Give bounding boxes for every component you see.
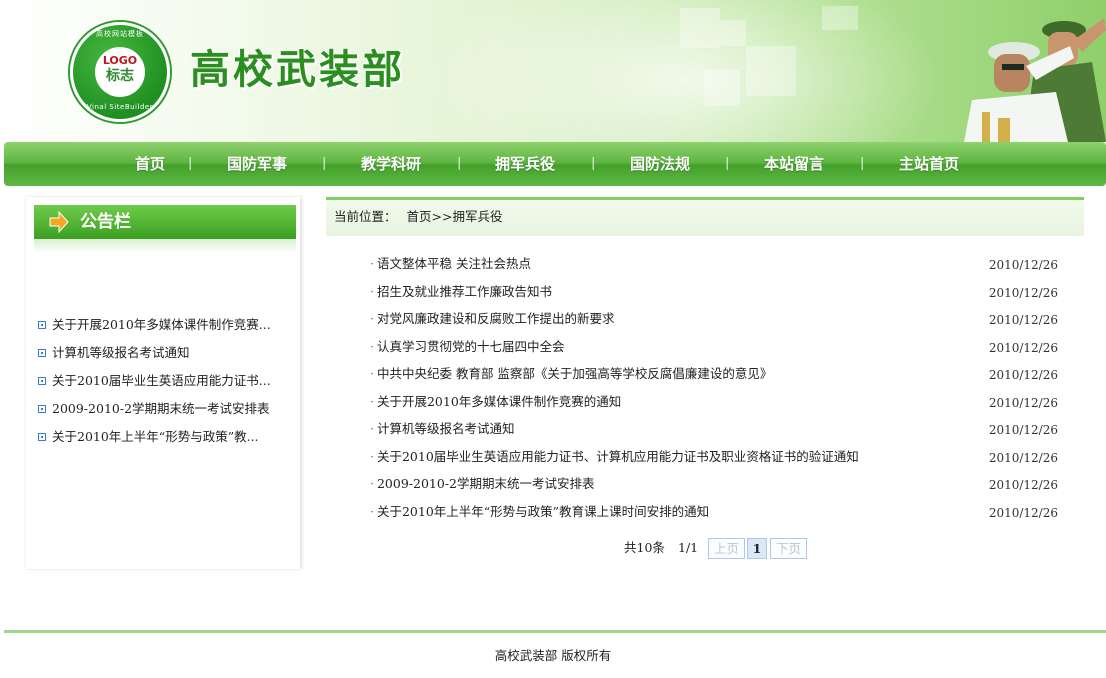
article-row: 对党风廉政建设和反腐败工作提出的新要求 2010/12/26 (370, 305, 1070, 333)
logo-ring-top-text: 高校网站模板 (96, 30, 144, 38)
logo-ring-bottom-text: Vinal SiteBuilder (86, 103, 154, 111)
soldiers-saluting-image (964, 18, 1106, 142)
logo-word: LOGO (102, 54, 138, 67)
breadcrumb-path-link[interactable]: 首页>>拥军兵役 (407, 209, 503, 224)
article-date: 2010/12/26 (988, 478, 1058, 492)
article-row: 认真学习贯彻党的十七届四中全会 2010/12/26 (370, 333, 1070, 361)
article-row: 计算机等级报名考试通知 2010/12/26 (370, 415, 1070, 443)
logo-subword: 标志 (106, 68, 134, 84)
breadcrumb: 当前位置： 首页>>拥军兵役 (334, 200, 502, 234)
nav-item-home[interactable]: 首页 (114, 142, 186, 186)
article-list: 语文整体平稳 关注社会热点 2010/12/26 招生及就业推荐工作廉政告知书 … (370, 250, 1070, 525)
banner-decor-square (704, 70, 740, 106)
article-title-link[interactable]: 招生及就业推荐工作廉政告知书 (370, 278, 552, 305)
article-title-link[interactable]: 计算机等级报名考试通知 (370, 415, 515, 442)
article-row: 关于开展2010年多媒体课件制作竞赛的通知 2010/12/26 (370, 388, 1070, 416)
nav-separator: | (591, 156, 596, 171)
article-title-link[interactable]: 2009-2010-2学期期末统一考试安排表 (370, 470, 595, 497)
main-nav-bar: 首页 | 国防军事 | 教学科研 | 拥军兵役 | 国防法规 | 本站留言 | … (4, 142, 1106, 186)
pagination-total: 共10条 (624, 540, 665, 555)
footer-divider (4, 630, 1106, 633)
square-bullet-icon (38, 377, 46, 385)
banner-decor-square (680, 8, 720, 48)
current-page-button[interactable]: 1 (747, 538, 767, 559)
notice-item[interactable]: 关于2010届毕业生英语应用能力证书... (38, 371, 298, 399)
banner-decor-square (720, 20, 746, 46)
main-nav: 首页 | 国防军事 | 教学科研 | 拥军兵役 | 国防法规 | 本站留言 | … (4, 142, 1106, 186)
article-row: 关于2010届毕业生英语应用能力证书、计算机应用能力证书及职业资格证书的验证通知… (370, 443, 1070, 471)
nav-separator: | (457, 156, 462, 171)
notice-list: 关于开展2010年多媒体课件制作竞赛... 计算机等级报名考试通知 关于2010… (38, 315, 298, 455)
article-date: 2010/12/26 (988, 505, 1058, 520)
article-row: 2009-2010-2学期期末统一考试安排表 2010/12/26 (370, 470, 1070, 498)
article-date: 2010/12/26 (988, 450, 1058, 465)
nav-item-main-site[interactable]: 主站首页 (888, 142, 970, 186)
notice-item-text: 关于2010年上半年“形势与政策”教... (52, 429, 259, 444)
notice-item-text: 2009-2010-2学期期末统一考试安排表 (52, 401, 270, 416)
article-title-link[interactable]: 关于开展2010年多媒体课件制作竞赛的通知 (370, 388, 621, 415)
prev-page-button[interactable]: 上页 (708, 538, 745, 559)
article-title-link[interactable]: 中共中央纪委 教育部 监察部《关于加强高等学校反腐倡廉建设的意见》 (370, 360, 772, 387)
nav-separator: | (322, 156, 327, 171)
notice-item[interactable]: 关于2010年上半年“形势与政策”教... (38, 427, 298, 455)
article-title-link[interactable]: 认真学习贯彻党的十七届四中全会 (370, 333, 565, 360)
nav-separator: | (188, 156, 193, 171)
arrow-right-icon (49, 210, 69, 234)
article-date: 2010/12/26 (988, 258, 1058, 272)
breadcrumb-prefix: 当前位置： (334, 209, 397, 224)
logo-center: LOGO 标志 (95, 47, 145, 97)
nav-item-military-support[interactable]: 拥军兵役 (484, 142, 566, 186)
square-bullet-icon (38, 321, 46, 329)
footer-copyright: 高校武装部 版权所有 (494, 648, 612, 663)
header-banner: 高校网站模板 LOGO 标志 Vinal SiteBuilder 高校武装部 (4, 0, 1106, 142)
nav-item-defense-law[interactable]: 国防法规 (619, 142, 701, 186)
article-title-link[interactable]: 关于2010届毕业生英语应用能力证书、计算机应用能力证书及职业资格证书的验证通知 (370, 443, 859, 470)
article-date: 2010/12/26 (988, 313, 1058, 327)
next-page-button[interactable]: 下页 (770, 538, 807, 559)
nav-item-guestbook[interactable]: 本站留言 (753, 142, 835, 186)
notice-header-shadow (34, 239, 296, 253)
article-row: 语文整体平稳 关注社会热点 2010/12/26 (370, 250, 1070, 278)
site-logo[interactable]: 高校网站模板 LOGO 标志 Vinal SiteBuilder (70, 22, 170, 122)
pagination-pages: 1/1 (678, 540, 699, 555)
article-date: 2010/12/26 (988, 340, 1058, 355)
article-title-link[interactable]: 对党风廉政建设和反腐败工作提出的新要求 (370, 305, 615, 332)
banner-decor-square (822, 6, 858, 30)
nav-separator: | (725, 156, 730, 171)
article-title-link[interactable]: 关于2010年上半年“形势与政策”教育课上课时间安排的通知 (370, 498, 709, 525)
nav-separator: | (860, 156, 865, 171)
notice-item[interactable]: 计算机等级报名考试通知 (38, 343, 298, 371)
notice-item[interactable]: 关于开展2010年多媒体课件制作竞赛... (38, 315, 298, 343)
notice-header: 公告栏 (34, 205, 296, 239)
nav-item-national-defense[interactable]: 国防军事 (216, 142, 298, 186)
notice-item[interactable]: 2009-2010-2学期期末统一考试安排表 (38, 399, 298, 427)
notice-item-text: 计算机等级报名考试通知 (52, 345, 190, 360)
article-date: 2010/12/26 (988, 368, 1058, 382)
notice-panel: 公告栏 关于开展2010年多媒体课件制作竞赛... 计算机等级报名考试通知 关于… (26, 197, 300, 569)
breadcrumb-bar: 当前位置： 首页>>拥军兵役 (326, 197, 1084, 236)
notice-title: 公告栏 (80, 212, 131, 232)
banner-decor-square (746, 46, 796, 96)
nav-item-teaching-research[interactable]: 教学科研 (350, 142, 432, 186)
page: 高校网站模板 LOGO 标志 Vinal SiteBuilder 高校武装部 首… (0, 0, 1106, 678)
article-row: 关于2010年上半年“形势与政策”教育课上课时间安排的通知 2010/12/26 (370, 498, 1070, 526)
square-bullet-icon (38, 433, 46, 441)
square-bullet-icon (38, 405, 46, 413)
article-date: 2010/12/26 (988, 285, 1058, 300)
article-row: 招生及就业推荐工作廉政告知书 2010/12/26 (370, 278, 1070, 306)
square-bullet-icon (38, 349, 46, 357)
article-row: 中共中央纪委 教育部 监察部《关于加强高等学校反腐倡廉建设的意见》 2010/1… (370, 360, 1070, 388)
notice-item-text: 关于开展2010年多媒体课件制作竞赛... (52, 317, 271, 332)
article-date: 2010/12/26 (988, 395, 1058, 410)
article-date: 2010/12/26 (988, 423, 1058, 437)
notice-item-text: 关于2010届毕业生英语应用能力证书... (52, 373, 271, 388)
article-title-link[interactable]: 语文整体平稳 关注社会热点 (370, 250, 531, 277)
site-title: 高校武装部 (190, 46, 405, 93)
